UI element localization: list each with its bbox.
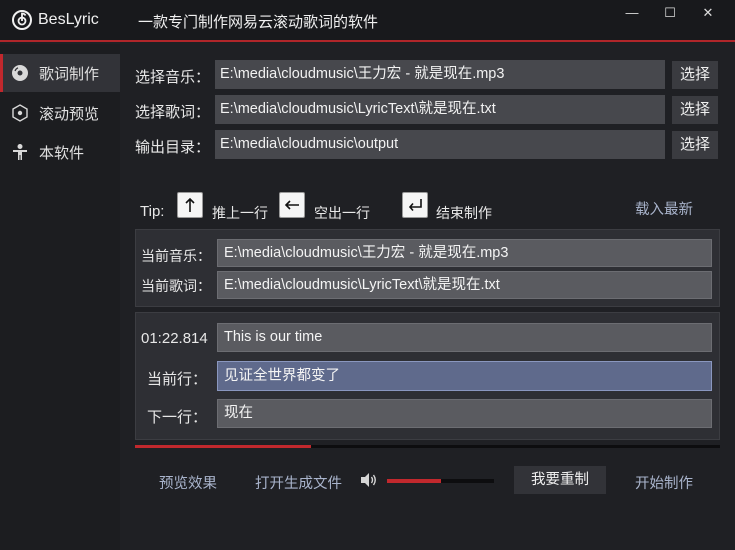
redo-button[interactable]: 我要重制 (514, 466, 606, 494)
arrow-left-key-icon (279, 192, 305, 218)
arrow-up-key-icon (177, 192, 203, 218)
maximize-button[interactable]: ☐ (655, 4, 685, 22)
tip-label: Tip: (140, 203, 165, 220)
select-lyric-label: 选择歌词： (135, 104, 211, 121)
lyric-path-field[interactable]: E:\media\cloudmusic\LyricText\就是现在.txt (215, 95, 665, 124)
output-dir-label: 输出目录： (135, 139, 211, 156)
choose-lyric-button[interactable]: 选择 (672, 96, 718, 124)
main-panel: 选择音乐： E:\media\cloudmusic\王力宏 - 就是现在.mp3… (120, 44, 735, 550)
minimize-icon: — (625, 5, 639, 20)
current-music-field: E:\media\cloudmusic\王力宏 - 就是现在.mp3 (217, 239, 712, 267)
previous-line-field: This is our time (217, 323, 712, 352)
sidebar: 歌词制作 滚动预览 本软件 (0, 44, 120, 550)
next-line-field: 现在 (217, 399, 712, 428)
sidebar-item-label: 滚动预览 (39, 105, 100, 123)
title-bar: BesLyric 一款专门制作网易云滚动歌词的软件 — ☐ ✕ (0, 0, 735, 42)
close-icon: ✕ (702, 5, 714, 20)
person-icon (11, 143, 29, 161)
tip-end-text: 结束制作 (436, 205, 492, 221)
close-button[interactable]: ✕ (693, 4, 723, 22)
current-line-field: 见证全世界都变了 (217, 361, 712, 391)
tip-space-text: 空出一行 (314, 205, 370, 221)
maximize-icon: ☐ (664, 5, 676, 20)
netease-logo-icon (12, 10, 32, 30)
playback-progress-bar[interactable] (135, 445, 720, 448)
output-dir-field[interactable]: E:\media\cloudmusic\output (215, 130, 665, 159)
current-lyric-label: 当前歌词： (141, 278, 211, 294)
select-music-label: 选择音乐： (135, 69, 211, 86)
sidebar-item-label: 歌词制作 (39, 65, 100, 83)
sidebar-item-lyric-make[interactable]: 歌词制作 (0, 54, 120, 92)
tip-up-text: 推上一行 (212, 205, 268, 221)
choose-output-button[interactable]: 选择 (672, 131, 718, 159)
sidebar-item-about[interactable]: 本软件 (0, 133, 120, 171)
sidebar-item-scroll-preview[interactable]: 滚动预览 (0, 94, 120, 132)
current-lyric-field: E:\media\cloudmusic\LyricText\就是现在.txt (217, 271, 712, 299)
minimize-button[interactable]: — (617, 4, 647, 22)
music-path-field[interactable]: E:\media\cloudmusic\王力宏 - 就是现在.mp3 (215, 60, 665, 89)
app-window: BesLyric 一款专门制作网易云滚动歌词的软件 — ☐ ✕ 歌词制作 滚动预… (0, 0, 735, 550)
lyric-timestamp: 01:22.814 (141, 330, 208, 347)
volume-slider[interactable] (387, 479, 494, 483)
disc-icon (11, 64, 29, 82)
open-output-file-button[interactable]: 打开生成文件 (255, 472, 342, 493)
scroll-preview-icon (11, 104, 29, 122)
start-making-button[interactable]: 开始制作 (635, 472, 693, 493)
enter-key-icon (402, 192, 428, 218)
next-line-label: 下一行： (147, 409, 208, 426)
current-file-panel: 当前音乐： E:\media\cloudmusic\王力宏 - 就是现在.mp3… (135, 229, 720, 307)
current-line-label: 当前行： (147, 371, 208, 388)
load-latest-link[interactable]: 载入最新 (635, 198, 693, 219)
current-music-label: 当前音乐： (141, 248, 211, 264)
playback-progress-fill (135, 445, 311, 448)
lyric-lines-panel: 01:22.814 This is our time 当前行： 见证全世界都变了… (135, 312, 720, 440)
choose-music-button[interactable]: 选择 (672, 61, 718, 89)
sidebar-item-label: 本软件 (39, 144, 85, 162)
app-subtitle: 一款专门制作网易云滚动歌词的软件 (138, 14, 379, 31)
volume-slider-fill (387, 479, 441, 483)
app-name: BesLyric (38, 11, 99, 28)
volume-icon[interactable] (360, 472, 378, 493)
preview-effect-button[interactable]: 预览效果 (159, 472, 217, 493)
